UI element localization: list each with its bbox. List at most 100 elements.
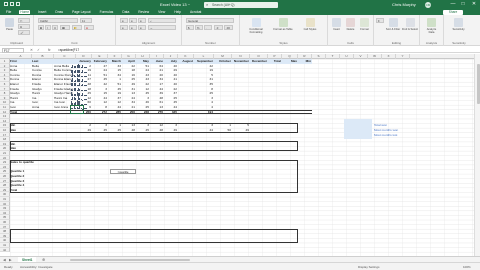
search-box[interactable]: ⌕ Search (Alt+Q) [204, 1, 278, 8]
minmax-value-cell[interactable]: 48 [122, 128, 136, 133]
column-header-w[interactable]: W [368, 54, 382, 59]
underline-button[interactable]: U [52, 25, 58, 30]
display-settings-button[interactable]: Display Settings [358, 265, 380, 269]
save-icon[interactable] [10, 2, 14, 6]
column-header-y[interactable]: Y [396, 54, 410, 59]
menu-tab-help[interactable]: Help [173, 10, 182, 14]
wrap-text-button[interactable]: ⤶ [148, 18, 176, 23]
delete-cells-button[interactable]: Delete [344, 17, 357, 35]
quartile-label[interactable]: Total [10, 188, 40, 193]
minmax-value-cell[interactable]: 45 [92, 128, 108, 133]
column-header-u[interactable]: U [340, 54, 354, 59]
cut-button[interactable]: ✂ [18, 18, 30, 23]
font-color-button[interactable]: A [84, 25, 94, 30]
number-format-select[interactable]: General [186, 18, 234, 23]
accessibility-status[interactable]: Accessibility: Investigate [20, 265, 53, 269]
conditional-formatting-button[interactable]: Conditional Formatting [244, 17, 268, 35]
font-name-select[interactable]: Calibri [38, 18, 78, 23]
align-center-button[interactable]: ≡ [129, 25, 137, 30]
column-header-t[interactable]: T [326, 54, 340, 59]
restore-button[interactable]: □ [458, 1, 468, 7]
active-cell-selection[interactable] [70, 104, 84, 114]
insert-function-icon[interactable]: fx [48, 47, 50, 53]
minmax-value-cell[interactable]: 48 [150, 128, 164, 133]
cancel-formula-button[interactable]: ✕ [30, 47, 33, 53]
italic-button[interactable]: I [45, 25, 51, 30]
share-button[interactable]: Share [443, 9, 463, 15]
table-header-min[interactable]: Min [298, 59, 312, 64]
bold-button[interactable]: B [38, 25, 44, 30]
column-header-v[interactable]: V [354, 54, 368, 59]
minmax-value-cell[interactable]: 49 [76, 128, 92, 133]
percent-button[interactable]: % [195, 25, 203, 30]
autosum-button[interactable]: Σ [376, 18, 384, 23]
avatar[interactable]: CM [425, 1, 431, 8]
table-header-max[interactable]: Max [282, 59, 298, 64]
minmax-value-cell[interactable]: 50 [214, 128, 232, 133]
format-cells-button[interactable]: Format [358, 17, 371, 35]
menu-tab-home[interactable]: Home [19, 10, 31, 14]
minmax-label[interactable]: Max [10, 128, 32, 133]
name-box[interactable]: F17 [2, 47, 24, 53]
worksheet-grid[interactable]: ABCDEFGHIJKLMNOPQRSTUVWXY 1 2 3 4 5 6 7 8 9 10 11 1… [0, 54, 474, 256]
cell-styles-button[interactable]: Cell Styles [298, 17, 322, 35]
menu-tab-review[interactable]: Review [137, 10, 150, 14]
scroll-thumb[interactable] [476, 64, 480, 104]
menu-tab-insert[interactable]: Insert [37, 10, 47, 14]
insert-cells-button[interactable]: Insert [330, 17, 343, 35]
formula-tooltip[interactable]: =quartile [110, 169, 136, 174]
borders-button[interactable]: ▦ [60, 25, 70, 30]
menu-tab-data[interactable]: Data [121, 10, 130, 14]
align-top-button[interactable]: ≡ [120, 18, 128, 23]
row-header-42[interactable]: 42 [0, 247, 10, 253]
menu-tab-file[interactable]: File [5, 10, 12, 14]
analyze-data-button[interactable]: Analyze Data [425, 17, 438, 35]
font-size-select[interactable]: 11 [80, 18, 92, 23]
align-middle-button[interactable]: ≡ [129, 18, 137, 23]
currency-button[interactable]: $ [186, 25, 194, 30]
copy-button[interactable]: ⧉ [18, 24, 30, 29]
autosave-icon[interactable] [4, 2, 8, 6]
align-left-button[interactable]: ≡ [120, 25, 128, 30]
merge-center-button[interactable]: ⇔ [148, 25, 176, 30]
sort-filter-button[interactable]: Sort & Filter [385, 17, 401, 35]
paste-button[interactable]: Paste [3, 17, 16, 35]
minmax-value-cell[interactable]: 49 [232, 128, 250, 133]
menu-tab-draw[interactable]: Draw [54, 10, 64, 14]
horizontal-scrollbar[interactable] [70, 259, 190, 261]
comma-button[interactable]: , [204, 25, 212, 30]
vertical-scrollbar[interactable] [474, 54, 480, 256]
user-name[interactable]: Chris Murphy [392, 2, 416, 7]
fill-color-button[interactable]: ◧ [72, 25, 82, 30]
minmax-value-cell[interactable] [178, 128, 194, 133]
quartile-title[interactable]: Sales to quartile [10, 160, 70, 165]
column-header-s[interactable]: S [312, 54, 326, 59]
sensitivity-button[interactable]: Sensitivity [452, 17, 465, 35]
menu-tab-page-layout[interactable]: Page Layout [71, 10, 92, 14]
enter-formula-button[interactable]: ✓ [37, 47, 40, 53]
minmax-value-cell[interactable]: 45 [136, 128, 150, 133]
increase-decimal-button[interactable]: .0 [214, 25, 223, 30]
align-bottom-button[interactable]: ≡ [138, 18, 146, 23]
table-header-total[interactable]: Total [268, 59, 282, 64]
minmax-value-cell[interactable] [250, 128, 268, 133]
column-header-x[interactable]: X [382, 54, 396, 59]
menu-tab-formulas[interactable]: Formulas [99, 10, 115, 14]
minmax-value-cell[interactable]: 44 [194, 128, 214, 133]
menu-tab-acrobat[interactable]: Acrobat [189, 10, 202, 14]
align-right-button[interactable]: ≡ [138, 25, 146, 30]
format-as-table-button[interactable]: Format as Table [271, 17, 295, 35]
minmax-value-cell[interactable]: 45 [108, 128, 122, 133]
minmax-value-cell[interactable]: 49 [164, 128, 178, 133]
document-title[interactable]: Excel Video 13 ~ [160, 2, 190, 7]
menu-tab-view[interactable]: View [157, 10, 166, 14]
zoom-level[interactable]: 100% [463, 265, 471, 269]
formula-input[interactable]: =sparkline(F17 [58, 47, 79, 53]
minimize-button[interactable]: — [448, 1, 458, 7]
close-button[interactable]: ✕ [469, 1, 479, 7]
decrease-decimal-button[interactable]: .00 [224, 25, 233, 30]
undo-icon[interactable] [16, 2, 20, 6]
minmax2-label[interactable]: Max [10, 146, 32, 151]
find-select-button[interactable]: Find & Select [402, 17, 418, 35]
format-painter-button[interactable]: 🖌 [18, 30, 30, 35]
